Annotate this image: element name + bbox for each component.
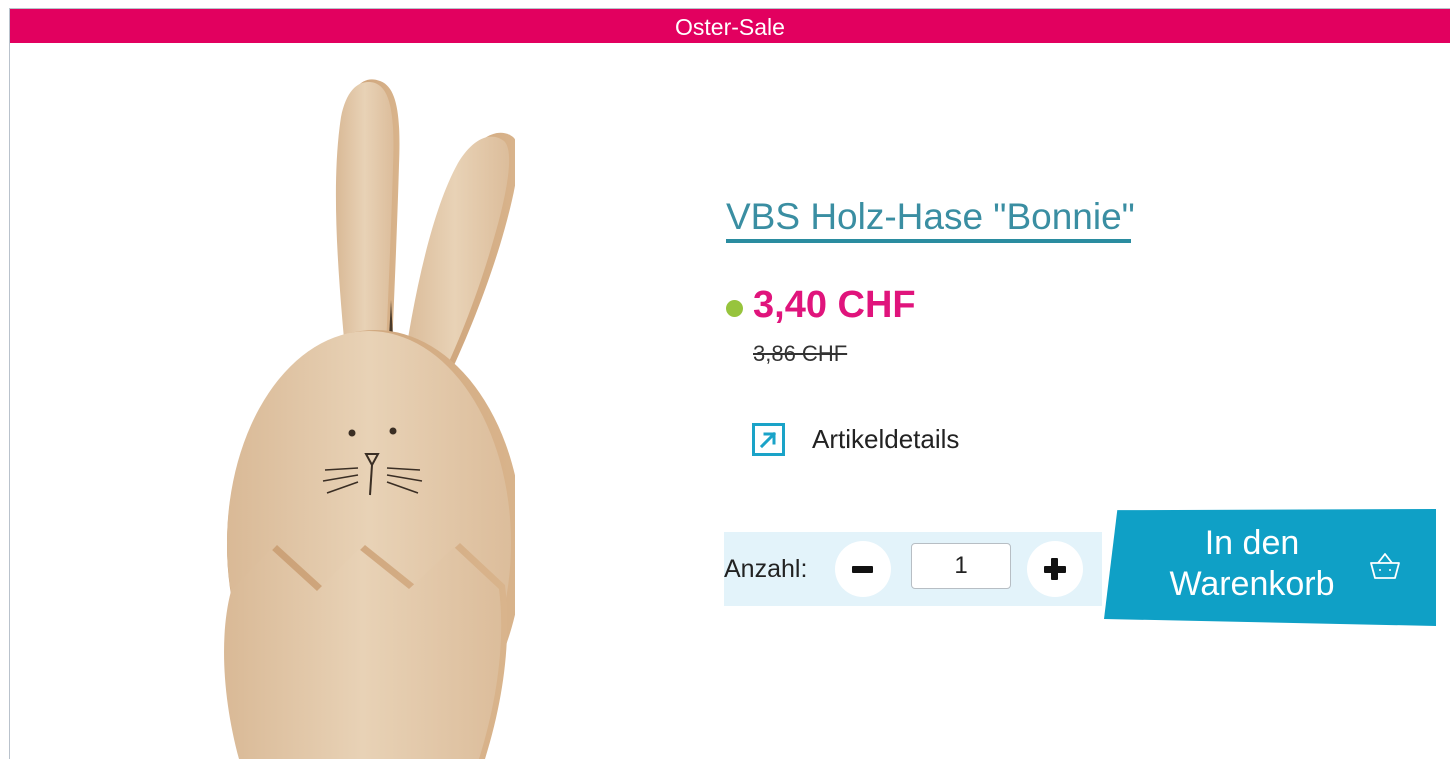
quantity-increase-button[interactable]	[1027, 541, 1083, 597]
add-to-cart-label: In den Warenkorb	[1169, 524, 1335, 603]
current-price: 3,40 CHF	[753, 284, 916, 326]
sale-banner: Oster-Sale	[10, 9, 1450, 43]
quantity-input[interactable]	[911, 543, 1011, 589]
basket-icon	[1370, 553, 1400, 579]
quantity-label: Anzahl:	[724, 555, 808, 583]
quantity-decrease-button[interactable]	[835, 541, 891, 597]
product-image[interactable]	[215, 75, 515, 759]
old-price: 3,86 CHF	[753, 341, 848, 366]
external-link-icon[interactable]	[752, 423, 785, 456]
title-underline	[726, 239, 1131, 243]
product-title[interactable]: VBS Holz-Hase "Bonnie"	[726, 196, 1135, 238]
article-details-link[interactable]: Artikeldetails	[812, 424, 959, 455]
minus-icon	[852, 566, 873, 573]
add-to-cart-button[interactable]: In den Warenkorb	[1104, 509, 1436, 626]
availability-dot	[726, 300, 743, 317]
